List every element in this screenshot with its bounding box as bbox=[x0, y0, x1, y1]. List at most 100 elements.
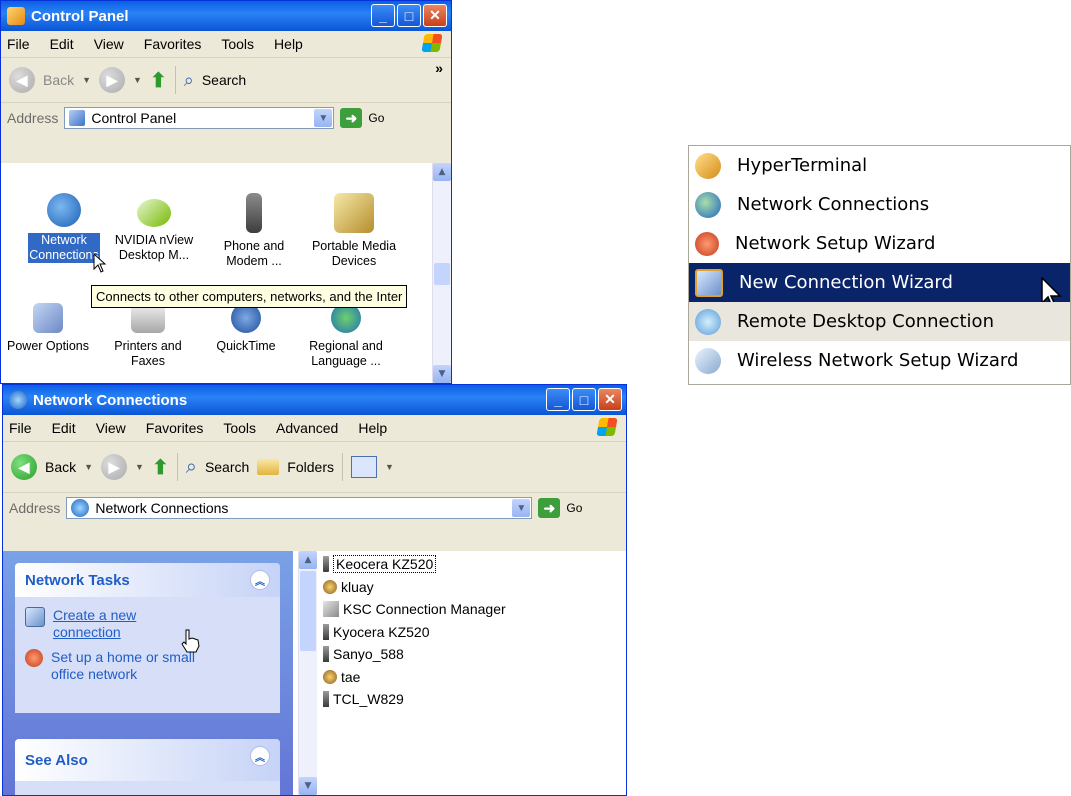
scroll-down-icon[interactable]: ▼ bbox=[299, 777, 317, 795]
go-arrow-icon[interactable]: ➜ bbox=[538, 498, 561, 518]
toolbar-overflow-icon[interactable]: » bbox=[435, 60, 443, 76]
scroll-up-icon[interactable]: ▲ bbox=[433, 163, 451, 181]
cp-item-regional[interactable]: Regional and Language ... bbox=[301, 303, 391, 369]
close-button[interactable]: ✕ bbox=[423, 4, 447, 27]
menu-item-network-setup-wizard[interactable]: Network Setup Wizard bbox=[689, 224, 1070, 263]
scroll-thumb[interactable] bbox=[300, 571, 316, 651]
hand-pointer-cursor-icon bbox=[181, 629, 200, 653]
see-also-header[interactable]: See Also ︽ bbox=[15, 739, 280, 781]
views-icon[interactable] bbox=[350, 456, 377, 478]
setup-network-link[interactable]: office network bbox=[51, 666, 195, 683]
menu-item-wireless-setup-wizard[interactable]: Wireless Network Setup Wizard bbox=[689, 341, 1070, 380]
close-button[interactable]: ✕ bbox=[598, 388, 622, 411]
network-connections-window: Network Connections _ □ ✕ File Edit View… bbox=[2, 384, 627, 796]
search-icon[interactable]: ⌕ bbox=[184, 70, 194, 91]
connection-item[interactable]: kluay bbox=[323, 576, 626, 599]
scroll-up-icon[interactable]: ▲ bbox=[299, 551, 317, 569]
create-connection-link[interactable]: connection bbox=[53, 624, 136, 641]
menu-item-remote-desktop[interactable]: Remote Desktop Connection bbox=[689, 302, 1070, 341]
menu-favorites[interactable]: Favorites bbox=[144, 36, 202, 52]
forward-arrow-icon[interactable]: ▶ bbox=[99, 67, 126, 93]
new-connection-icon bbox=[25, 607, 45, 627]
address-value: Network Connections bbox=[95, 500, 229, 516]
windows-logo-icon bbox=[596, 418, 618, 436]
vertical-scrollbar[interactable]: ▲ ▼ bbox=[298, 551, 317, 795]
connection-item[interactable]: TCL_W829 bbox=[323, 688, 626, 711]
control-panel-icon bbox=[69, 110, 86, 126]
menu-advanced[interactable]: Advanced bbox=[276, 420, 338, 436]
menu-help[interactable]: Help bbox=[358, 420, 387, 436]
back-arrow-icon[interactable]: ◀ bbox=[9, 67, 35, 93]
menu-file[interactable]: File bbox=[7, 36, 30, 52]
menu-item-hyperterminal[interactable]: HyperTerminal bbox=[689, 146, 1070, 185]
minimize-button[interactable]: _ bbox=[546, 388, 570, 411]
menu-tools[interactable]: Tools bbox=[221, 36, 254, 52]
folders-button[interactable]: Folders bbox=[287, 459, 334, 475]
menu-item-new-connection-wizard[interactable]: New Connection Wizard bbox=[689, 263, 1070, 311]
create-connection-link[interactable]: Create a new bbox=[53, 607, 136, 624]
scroll-down-icon[interactable]: ▼ bbox=[433, 365, 451, 383]
back-button[interactable]: Back bbox=[45, 459, 76, 475]
address-dropdown-icon[interactable]: ▼ bbox=[512, 499, 531, 517]
back-button[interactable]: Back bbox=[43, 72, 74, 88]
go-button[interactable]: Go bbox=[368, 111, 384, 125]
control-panel-titlebar[interactable]: Control Panel _ □ ✕ bbox=[1, 1, 451, 31]
connection-item[interactable]: Sanyo_588 bbox=[323, 643, 626, 666]
views-dropdown-icon[interactable]: ▼ bbox=[385, 462, 394, 472]
connection-item[interactable]: KSC Connection Manager bbox=[323, 598, 626, 621]
cp-item-printers[interactable]: Printers and Faxes bbox=[103, 303, 193, 369]
back-arrow-icon[interactable]: ◀ bbox=[11, 454, 37, 480]
up-folder-icon[interactable]: ⬆ bbox=[150, 68, 167, 93]
remote-desktop-icon bbox=[695, 308, 721, 335]
back-dropdown-icon[interactable]: ▼ bbox=[82, 75, 91, 85]
menu-help[interactable]: Help bbox=[274, 36, 303, 52]
go-arrow-icon[interactable]: ➜ bbox=[340, 108, 363, 128]
maximize-button[interactable]: □ bbox=[572, 388, 596, 411]
menu-favorites[interactable]: Favorites bbox=[146, 420, 204, 436]
setup-home-network-task[interactable]: Set up a home or small office network bbox=[15, 645, 280, 687]
forward-dropdown-icon[interactable]: ▼ bbox=[133, 75, 142, 85]
maximize-button[interactable]: □ bbox=[397, 4, 421, 27]
collapse-chevron-icon[interactable]: ︽ bbox=[250, 570, 270, 590]
connection-item[interactable]: Kyocera KZ520 bbox=[323, 621, 626, 644]
menu-view[interactable]: View bbox=[94, 36, 124, 52]
connection-item[interactable]: tae bbox=[323, 666, 626, 689]
create-new-connection-task[interactable]: Create a new connection bbox=[15, 603, 280, 645]
menu-item-label: New Connection Wizard bbox=[739, 272, 953, 293]
connection-item[interactable]: Keocera KZ520 bbox=[323, 553, 626, 576]
network-tasks-panel: Network Tasks ︽ Create a new connection bbox=[15, 563, 280, 713]
go-button[interactable]: Go bbox=[566, 501, 582, 515]
menu-bar: File Edit View Favorites Tools Help bbox=[1, 31, 451, 58]
windows-logo-icon bbox=[421, 34, 443, 52]
network-connections-titlebar[interactable]: Network Connections _ □ ✕ bbox=[3, 385, 626, 415]
address-dropdown-icon[interactable]: ▼ bbox=[314, 109, 333, 127]
back-dropdown-icon[interactable]: ▼ bbox=[84, 462, 93, 472]
cp-item-portable-media[interactable]: Portable Media Devices bbox=[309, 193, 399, 269]
collapse-chevron-icon[interactable]: ︽ bbox=[250, 746, 270, 766]
address-input[interactable]: Network Connections ▼ bbox=[66, 497, 533, 519]
forward-arrow-icon[interactable]: ▶ bbox=[101, 454, 128, 480]
folders-icon[interactable] bbox=[257, 459, 280, 475]
up-folder-icon[interactable]: ⬆ bbox=[152, 455, 169, 480]
cp-item-power-options[interactable]: Power Options bbox=[3, 303, 93, 354]
search-button[interactable]: Search bbox=[205, 459, 249, 475]
network-tasks-header[interactable]: Network Tasks ︽ bbox=[15, 563, 280, 597]
menu-tools[interactable]: Tools bbox=[223, 420, 256, 436]
menu-edit[interactable]: Edit bbox=[52, 420, 76, 436]
cp-item-quicktime[interactable]: QuickTime bbox=[201, 303, 291, 354]
vertical-scrollbar[interactable]: ▲ ▼ bbox=[432, 163, 451, 383]
cp-item-nvidia[interactable]: NVIDIA nView Desktop M... bbox=[109, 193, 199, 263]
menu-file[interactable]: File bbox=[9, 420, 32, 436]
address-input[interactable]: Control Panel ▼ bbox=[64, 107, 335, 129]
cp-item-phone-modem[interactable]: Phone and Modem ... bbox=[209, 193, 299, 269]
network-connections-icon bbox=[695, 191, 721, 218]
menu-item-network-connections[interactable]: Network Connections bbox=[689, 185, 1070, 224]
menu-view[interactable]: View bbox=[96, 420, 126, 436]
search-button[interactable]: Search bbox=[202, 72, 246, 88]
forward-dropdown-icon[interactable]: ▼ bbox=[135, 462, 144, 472]
search-icon[interactable]: ⌕ bbox=[186, 456, 197, 479]
setup-network-link[interactable]: Set up a home or small bbox=[51, 649, 195, 666]
minimize-button[interactable]: _ bbox=[371, 4, 395, 27]
scroll-thumb[interactable] bbox=[434, 263, 450, 285]
menu-edit[interactable]: Edit bbox=[50, 36, 74, 52]
